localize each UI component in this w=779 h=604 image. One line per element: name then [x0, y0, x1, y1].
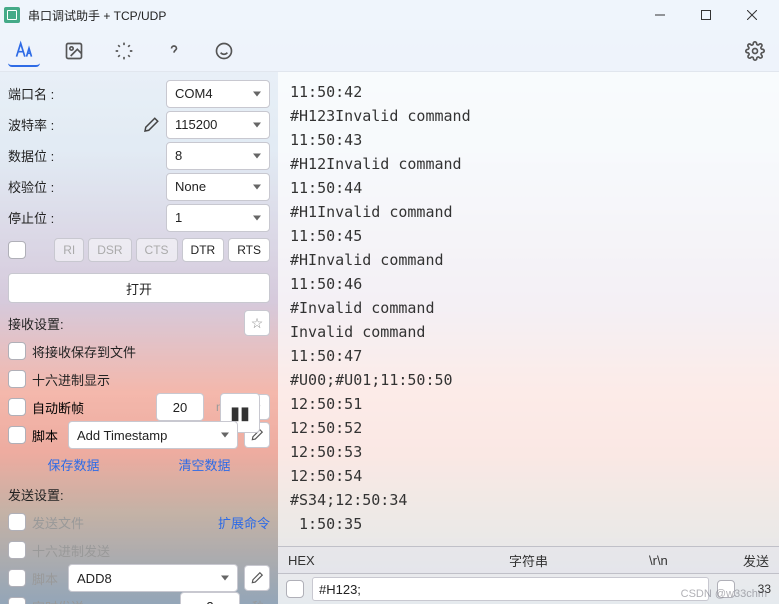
- row-hex-checkbox[interactable]: [286, 580, 304, 598]
- receive-log[interactable]: 11:50:42 #H123Invalid command 11:50:43 #…: [278, 72, 779, 546]
- send-script-label: 脚本: [32, 569, 58, 588]
- send-script-checkbox[interactable]: [8, 569, 26, 587]
- port-name-label: 端口名 :: [8, 84, 166, 103]
- send-file-checkbox[interactable]: [8, 513, 26, 531]
- databits-select[interactable]: 8: [166, 142, 270, 170]
- send-file-label: 发送文件: [32, 513, 212, 532]
- port-name-select[interactable]: COM4: [166, 80, 270, 108]
- baud-label: 波特率 :: [8, 115, 142, 134]
- smile-icon[interactable]: [208, 35, 240, 67]
- parity-select[interactable]: None: [166, 173, 270, 201]
- settings-icon[interactable]: [739, 35, 771, 67]
- minimize-button[interactable]: [637, 0, 683, 30]
- send-section-label: 发送设置:: [8, 485, 64, 504]
- autobreak-label: 自动断帧: [32, 398, 84, 417]
- hex-display-checkbox[interactable]: [8, 370, 26, 388]
- hex-send-checkbox[interactable]: [8, 541, 26, 559]
- cts-tag: CTS: [136, 238, 178, 262]
- col-send: 发送: [729, 551, 769, 570]
- send-count: 33: [743, 582, 771, 596]
- ri-tag: RI: [54, 238, 84, 262]
- open-button[interactable]: 打开: [8, 273, 270, 303]
- clear-data-button[interactable]: 清空数据: [178, 455, 230, 474]
- send-script-select[interactable]: ADD8: [68, 564, 238, 592]
- dtr-button[interactable]: DTR: [182, 238, 225, 262]
- send-table-header: HEX 字符串 \r\n 发送: [278, 546, 779, 574]
- hex-send-label: 十六进制发送: [32, 541, 110, 560]
- close-button[interactable]: [729, 0, 775, 30]
- autobreak-input[interactable]: 20: [156, 393, 204, 421]
- timed-send-label: 定时发送: [32, 597, 84, 604]
- row-crlf-checkbox[interactable]: [717, 580, 735, 598]
- flow-checkbox[interactable]: [8, 241, 26, 259]
- ext-cmd-button[interactable]: 扩展命令: [218, 513, 270, 532]
- sidebar: 端口名 :COM4 波特率 : 115200 数据位 :8 校验位 :None 停…: [0, 72, 278, 604]
- window-title: 串口调试助手 + TCP/UDP: [28, 7, 637, 24]
- edit-icon[interactable]: [142, 116, 160, 134]
- help-icon[interactable]: [158, 35, 190, 67]
- sec-unit: 秒: [246, 598, 270, 604]
- magic-icon[interactable]: [108, 35, 140, 67]
- font-icon[interactable]: [8, 35, 40, 67]
- col-string: 字符串: [448, 551, 609, 570]
- send-row: #H123; 33: [278, 574, 779, 604]
- dsr-tag: DSR: [88, 238, 131, 262]
- parity-label: 校验位 :: [8, 177, 166, 196]
- databits-label: 数据位 :: [8, 146, 166, 165]
- main-panel: 11:50:42 #H123Invalid command 11:50:43 #…: [278, 72, 779, 604]
- autobreak-checkbox[interactable]: [8, 398, 26, 416]
- timed-send-checkbox[interactable]: [8, 597, 26, 604]
- send-script-edit-button[interactable]: [244, 565, 270, 591]
- recv-script-label: 脚本: [32, 426, 58, 445]
- stopbits-select[interactable]: 1: [166, 204, 270, 232]
- save-to-file-label: 将接收保存到文件: [32, 342, 270, 361]
- col-crlf: \r\n: [649, 553, 689, 568]
- maximize-button[interactable]: [683, 0, 729, 30]
- recv-script-select[interactable]: Add Timestamp: [68, 421, 238, 449]
- app-icon: [4, 7, 20, 23]
- hex-display-label: 十六进制显示: [32, 370, 270, 389]
- recv-section-label: 接收设置:: [8, 314, 244, 333]
- stopbits-label: 停止位 :: [8, 208, 166, 227]
- titlebar: 串口调试助手 + TCP/UDP: [0, 0, 779, 30]
- rts-button[interactable]: RTS: [228, 238, 270, 262]
- timed-send-input[interactable]: 2: [180, 592, 240, 604]
- send-input[interactable]: #H123;: [312, 577, 709, 601]
- baud-select[interactable]: 115200: [166, 111, 270, 139]
- save-data-button[interactable]: 保存数据: [47, 455, 99, 474]
- toolbar: [0, 30, 779, 72]
- favorite-button[interactable]: ☆: [244, 310, 270, 336]
- recv-script-checkbox[interactable]: [8, 426, 26, 444]
- image-icon[interactable]: [58, 35, 90, 67]
- col-hex: HEX: [288, 553, 408, 568]
- save-to-file-checkbox[interactable]: [8, 342, 26, 360]
